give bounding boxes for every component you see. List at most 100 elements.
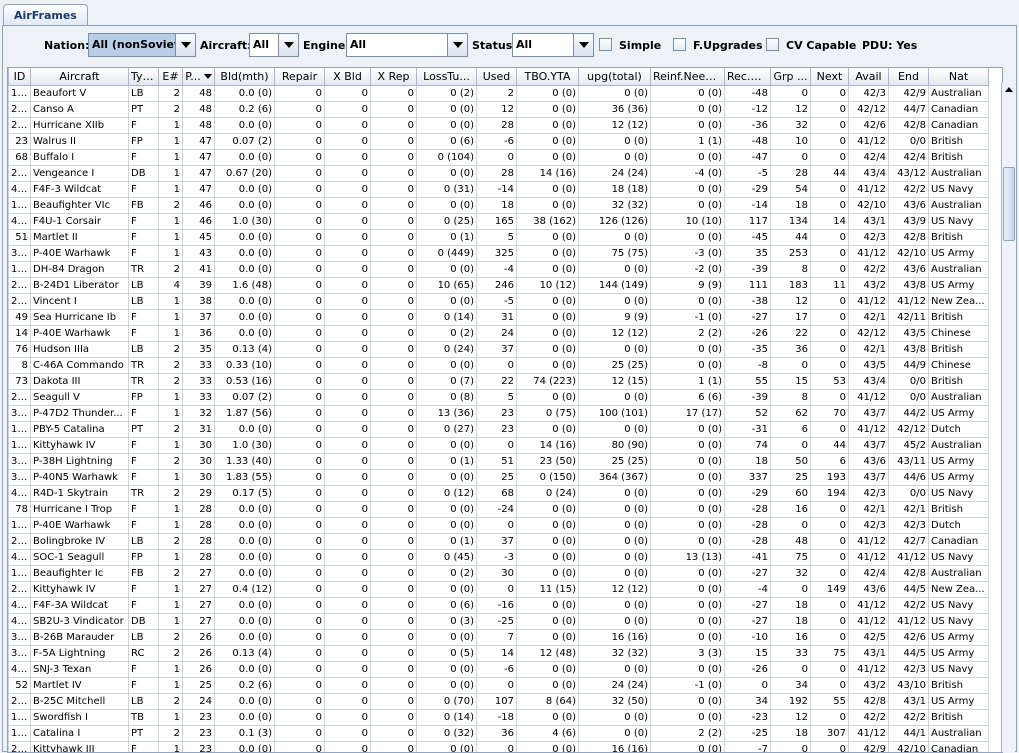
cvcapable-checkbox[interactable] bbox=[766, 38, 779, 51]
table-row[interactable]: 14 P-40E Warhawk F 1 36 0.0 (0) 0 0 0 0 (2) 24 0 (0… bbox=[8, 324, 989, 342]
table-row[interactable]: 76 Hudson IIIa LB 2 35 0.13 (4) 0 0 0 0 (24) 37 0 (… bbox=[8, 340, 989, 358]
table-row[interactable]: 216 Vengeance I DB 1 47 0.67 (20) 0 0 0 0 (0) 28 14… bbox=[8, 164, 989, 182]
table-row[interactable]: 155 P-40E Warhawk F 1 28 0.0 (0) 0 0 0 0 (0) 0 0 (0… bbox=[8, 516, 989, 534]
fupgrades-checkbox[interactable] bbox=[673, 38, 686, 51]
table-cell: 0 bbox=[370, 388, 417, 406]
table-cell: F4F-3 Wildcat bbox=[30, 180, 129, 198]
table-row[interactable]: 303 B-26B Marauder LB 2 26 0.0 (0) 0 0 0 0 (0) 7 0 … bbox=[8, 628, 989, 646]
table-row[interactable]: 422 F4F-3A Wildcat F 1 27 0.0 (0) 0 0 0 0 (6) -16 0… bbox=[8, 596, 989, 614]
table-cell: 14 bbox=[810, 212, 849, 230]
airframes-table[interactable]: ID Aircraft Type E# P... Bld(mth) Repair X Bld X… bbox=[7, 67, 1003, 753]
column-header[interactable]: TBO.YTA bbox=[516, 68, 579, 86]
table-row[interactable]: 291 B-24D1 Liberator LB 4 39 1.6 (48) 0 0 0 10 (6… bbox=[8, 276, 989, 294]
table-row[interactable]: 491 SOC-1 Seagull FP 1 28 0.0 (0) 0 0 0 0 (45) -3 0… bbox=[8, 548, 989, 566]
vertical-scrollbar[interactable] bbox=[1001, 83, 1015, 752]
table-cell: 0 bbox=[770, 516, 811, 534]
table-row[interactable]: 168 Beaufort V LB 2 48 0.0 (0) 0 0 0 0 (2) 2 0 (0) 0… bbox=[8, 84, 989, 102]
table-row[interactable]: 180 Catalina I PT 2 23 0.1 (3) 0 0 0 0 (32) 36 4 (6… bbox=[8, 724, 989, 742]
table-row[interactable]: 295 B-25C Mitchell LB 2 24 0.0 (0) 0 0 0 0 (70) 10… bbox=[8, 692, 989, 710]
table-row[interactable]: 478 SB2U-3 Vindicator DB 1 27 0.0 (0) 0 0 0 0 (3)… bbox=[8, 612, 989, 630]
column-header[interactable]: Nat bbox=[928, 68, 989, 86]
table-cell: 0 bbox=[324, 228, 371, 246]
chevron-down-icon[interactable] bbox=[573, 34, 593, 56]
table-cell: 0 bbox=[476, 740, 517, 752]
table-row[interactable]: 345 P-40N5 Warhawk F 1 30 1.83 (55) 0 0 0 0 (0) 25… bbox=[8, 468, 989, 486]
table-cell: 349 bbox=[8, 404, 31, 422]
tab-airframes[interactable]: AirFrames bbox=[3, 4, 88, 26]
table-row[interactable]: 229 Hurricane XIIb F 1 48 0.0 (0) 0 0 0 0 (0) 28 0 … bbox=[8, 116, 989, 134]
table-cell: 126 (126) bbox=[578, 212, 651, 230]
table-cell: 0 (0) bbox=[516, 148, 579, 166]
table-cell: 0 (0) bbox=[650, 516, 725, 534]
scrollbar-thumb[interactable] bbox=[1003, 167, 1015, 241]
table-row[interactable]: 153 PBY-5 Catalina PT 2 31 0.0 (0) 0 0 0 0 (27) 23… bbox=[8, 420, 989, 438]
table-row[interactable]: 429 F4U-1 Corsair F 1 46 1.0 (30) 0 0 0 0 (25) 165… bbox=[8, 212, 989, 230]
table-cell: 107 bbox=[476, 692, 517, 710]
column-header[interactable]: upg(total) bbox=[578, 68, 651, 86]
chevron-down-icon[interactable] bbox=[175, 34, 195, 56]
column-header[interactable]: X Rep bbox=[370, 68, 417, 86]
column-header[interactable]: Repair bbox=[274, 68, 325, 86]
table-row[interactable]: 51 Martlet II F 1 45 0.0 (0) 0 0 0 0 (1) 5 0 (0) 0 (… bbox=[8, 228, 989, 246]
table-row[interactable]: 8 C-46A Commando TR 2 33 0.33 (10) 0 0 0 0 (0) 0 0 … bbox=[8, 356, 989, 374]
arrow-up-icon[interactable] bbox=[1002, 83, 1016, 97]
table-cell: 33 bbox=[182, 356, 215, 374]
table-cell: British bbox=[928, 132, 989, 150]
table-row[interactable]: 423 F4F-3 Wildcat F 1 47 0.0 (0) 0 0 0 0 (31) -14 0… bbox=[8, 180, 989, 198]
table-row[interactable]: 333 P-38H Lightning F 2 30 1.33 (40) 0 0 0 0 (1) 5… bbox=[8, 452, 989, 470]
column-header[interactable]: P... bbox=[182, 68, 215, 86]
table-row[interactable]: 266 Vincent I LB 1 38 0.0 (0) 0 0 0 0 (0) -5 0 (0) 0… bbox=[8, 292, 989, 310]
table-row[interactable]: 78 Hurricane I Trop F 1 28 0.0 (0) 0 0 0 0 (0) -24… bbox=[8, 500, 989, 518]
table-row[interactable]: 349 P-47D2 Thunder... F 1 32 1.87 (56) 0 0 0 13 (… bbox=[8, 404, 989, 422]
table-row[interactable]: 49 Sea Hurricane Ib F 1 37 0.0 (0) 0 0 0 0 (14) 31… bbox=[8, 308, 989, 326]
column-header[interactable]: E# bbox=[158, 68, 183, 86]
table-row[interactable]: 342 P-40E Warhawk F 1 43 0.0 (0) 0 0 0 0 (449) 325… bbox=[8, 244, 989, 262]
table-row[interactable]: 316 F-5A Lightning RC 2 26 0.13 (4) 0 0 0 0 (5) 14… bbox=[8, 644, 989, 662]
table-row[interactable]: 256 Kittyhawk IV F 1 27 0.4 (12) 0 0 0 0 (0) 0 11 (… bbox=[8, 580, 989, 598]
table-row[interactable]: 68 Buffalo I F 1 47 0.0 (0) 0 0 0 0 (104) 0 0 (0) 0 … bbox=[8, 148, 989, 166]
chevron-down-icon[interactable] bbox=[278, 34, 298, 56]
table-row[interactable]: 490 SNJ-3 Texan F 1 26 0.0 (0) 0 0 0 0 (0) -6 0 (0)… bbox=[8, 660, 989, 678]
simple-checkbox[interactable] bbox=[599, 38, 612, 51]
column-header[interactable]: Aircraft bbox=[30, 68, 129, 86]
table-row[interactable]: 220 Seagull V FP 1 33 0.07 (2) 0 0 0 0 (8) 5 0 (0) 0… bbox=[8, 388, 989, 406]
column-header[interactable]: Type bbox=[128, 68, 159, 86]
table-cell: 0.2 (6) bbox=[214, 676, 275, 694]
table-row[interactable]: 163 Beaufighter Ic FB 2 27 0.0 (0) 0 0 0 0 (2) 30 0… bbox=[8, 564, 989, 582]
table-cell: 42/3 bbox=[848, 84, 889, 102]
table-cell: 2 bbox=[158, 644, 183, 662]
column-header[interactable]: Reinf.Need... bbox=[650, 68, 725, 86]
table-row[interactable]: 73 Dakota III TR 2 33 0.53 (16) 0 0 0 0 (7) 22 74 (… bbox=[8, 372, 989, 390]
chevron-down-icon[interactable] bbox=[447, 34, 467, 56]
table-row[interactable]: 181 DH-84 Dragon TR 2 41 0.0 (0) 0 0 0 0 (0) -4 0 (… bbox=[8, 260, 989, 278]
table-cell: 1 bbox=[158, 164, 183, 182]
column-header[interactable]: LossTu... bbox=[416, 68, 477, 86]
column-header[interactable]: End bbox=[888, 68, 929, 86]
column-header[interactable]: Bld(mth) bbox=[214, 68, 275, 86]
table-cell: 0 bbox=[370, 404, 417, 422]
table-row[interactable]: 226 Bolingbroke IV LB 2 28 0.0 (0) 0 0 0 0 (1) 37 0… bbox=[8, 532, 989, 550]
column-header[interactable]: Avail bbox=[848, 68, 889, 86]
table-row[interactable]: 52 Martlet IV F 1 25 0.2 (6) 0 0 0 0 (0) 0 0 (0) 24 … bbox=[8, 676, 989, 694]
engine-combo[interactable]: All bbox=[346, 33, 468, 57]
status-combo[interactable]: All bbox=[512, 33, 594, 57]
table-row[interactable]: 164 Beaufighter VIc FB 2 46 0.0 (0) 0 0 0 0 (0) 18… bbox=[8, 196, 989, 214]
column-header[interactable]: ID bbox=[8, 68, 31, 86]
table-cell: 55 bbox=[724, 372, 771, 390]
column-header[interactable]: Used bbox=[476, 68, 517, 86]
column-header[interactable]: Grp ... bbox=[770, 68, 811, 86]
column-header[interactable]: X Bld bbox=[324, 68, 371, 86]
table-row[interactable]: 23 Walrus II FP 1 47 0.07 (2) 0 0 0 0 (6) -6 0 (0) 0… bbox=[8, 132, 989, 150]
aircraft-combo[interactable]: All bbox=[249, 33, 299, 57]
table-row[interactable]: 232 Kittyhawk III F 1 23 0.0 (0) 0 0 0 0 (0) 0 0 (0… bbox=[8, 740, 989, 752]
nation-combo[interactable]: All (nonSoviet) bbox=[88, 33, 196, 57]
table-cell: 0 bbox=[324, 372, 371, 390]
table-row[interactable]: 475 R4D-1 Skytrain TR 2 29 0.17 (5) 0 0 0 0 (12) 6… bbox=[8, 484, 989, 502]
table-row[interactable]: 227 Canso A PT 2 48 0.2 (6) 0 0 0 0 (0) 12 0 (0) 36 … bbox=[8, 100, 989, 118]
table-cell: 43/5 bbox=[848, 356, 889, 374]
column-header[interactable]: Rec.Bld bbox=[724, 68, 771, 86]
table-row[interactable]: 110 Swordfish I TB 1 23 0.0 (0) 0 0 0 0 (14) -18 0 … bbox=[8, 708, 989, 726]
column-header[interactable]: Next bbox=[810, 68, 849, 86]
table-cell: 43/10 bbox=[888, 676, 929, 694]
table-row[interactable]: 194 Kittyhawk IV F 1 30 1.0 (30) 0 0 0 0 (0) 0 14 (… bbox=[8, 436, 989, 454]
